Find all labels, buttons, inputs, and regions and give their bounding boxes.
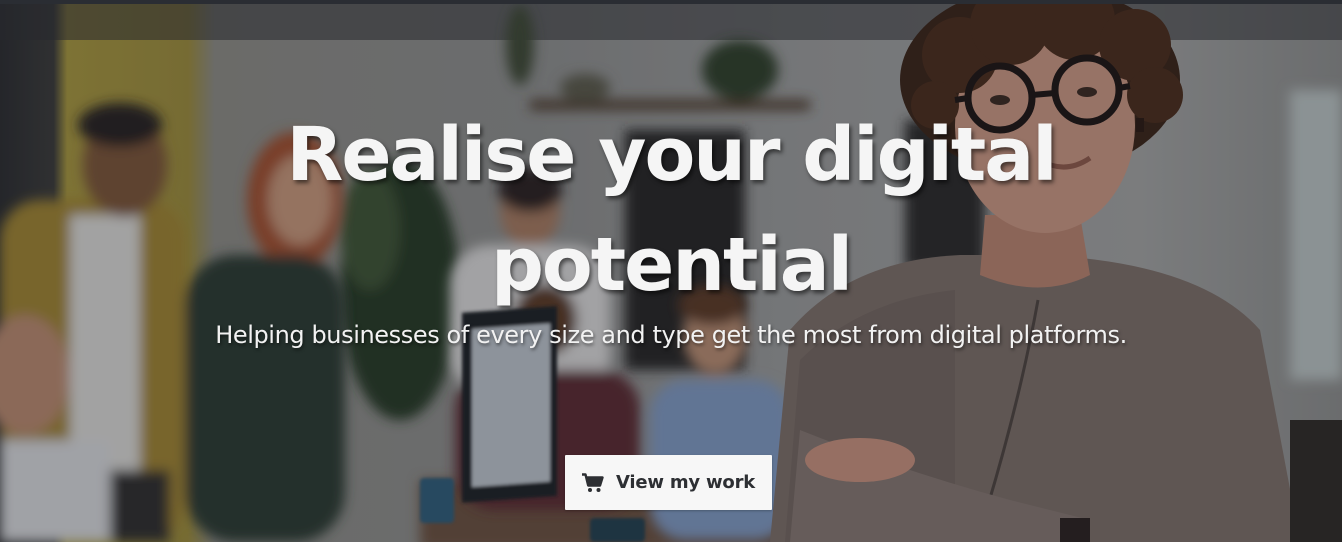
shopping-cart-icon bbox=[581, 472, 604, 493]
hero-title: Realise your digital potential bbox=[100, 100, 1242, 320]
hero-subtitle: Helping businesses of every size and typ… bbox=[215, 321, 1127, 349]
view-my-work-button[interactable]: View my work bbox=[565, 455, 772, 510]
hero-section: Realise your digital potential Helping b… bbox=[0, 0, 1342, 542]
hero-title-line-1: Realise your digital bbox=[286, 112, 1057, 198]
hero-title-line-2: potential bbox=[490, 222, 853, 308]
view-my-work-label: View my work bbox=[615, 472, 756, 493]
hero-content: Realise your digital potential Helping b… bbox=[0, 0, 1342, 542]
